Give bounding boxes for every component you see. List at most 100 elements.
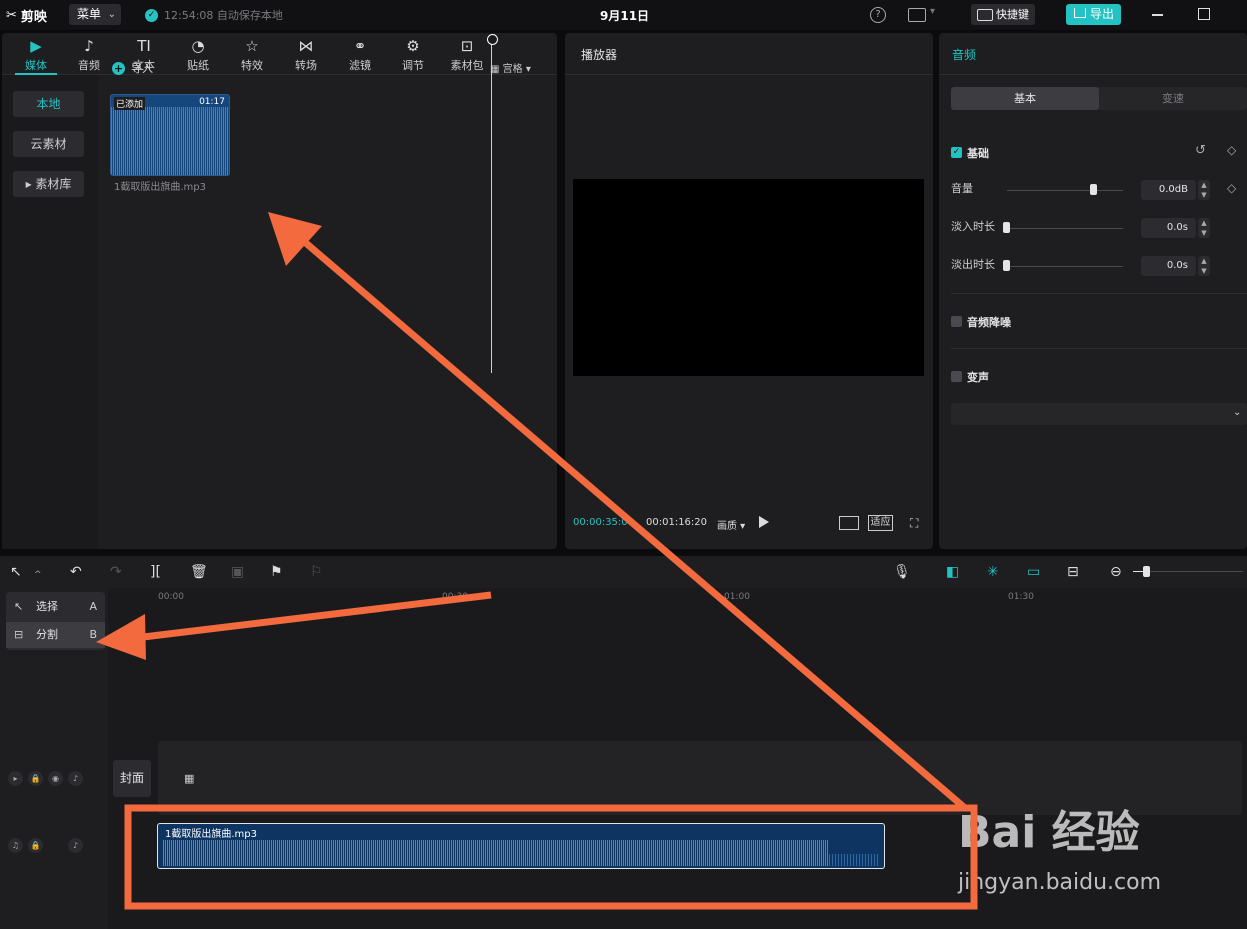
chevron-down-icon[interactable]: ⌄	[1233, 407, 1241, 418]
denoise-checkbox[interactable]	[951, 316, 962, 327]
zoom-slider-handle[interactable]	[1143, 566, 1150, 577]
undo-icon[interactable]: ↶	[70, 564, 82, 580]
preview-screen[interactable]	[573, 179, 924, 376]
volume-input[interactable]: 0.0dB	[1141, 180, 1196, 200]
split-icon: ⊟	[14, 628, 24, 641]
app-logo: ✂ 剪映	[6, 8, 47, 25]
fadeout-slider[interactable]	[1007, 266, 1123, 267]
freeze-icon[interactable]: ▣	[231, 564, 244, 580]
play-icon[interactable]	[759, 516, 769, 528]
filter-icon: ⚭	[353, 37, 367, 55]
baidu-watermark-url: jingyan.baidu.com	[958, 870, 1162, 895]
adjust-icon: ⚙	[406, 37, 420, 55]
sidebar-item-local[interactable]: 本地	[13, 91, 84, 117]
split-icon[interactable]: ][	[150, 564, 161, 580]
media-sidebar: 本地 云素材 ▸ 素材库	[2, 75, 98, 549]
preview-axis-icon[interactable]: ▭	[1027, 564, 1040, 580]
tab-speed[interactable]: 变速	[1099, 87, 1247, 110]
tab-sticker[interactable]: ◔ 贴纸	[173, 33, 223, 73]
tab-transition[interactable]: ⋈ 转场	[281, 33, 331, 73]
import-button[interactable]: + 导入	[112, 59, 170, 77]
effects-icon: ☆	[245, 37, 259, 55]
media-icon: ▶	[30, 37, 42, 55]
marker-icon[interactable]: ⚑	[270, 564, 283, 580]
tick-label: 00:00	[158, 592, 184, 602]
fadein-slider[interactable]	[1007, 228, 1123, 229]
tab-media[interactable]: ▶ 媒体	[11, 33, 61, 73]
reset-icon[interactable]: ↺	[1195, 143, 1206, 158]
transition-icon: ⋈	[298, 37, 314, 55]
film-icon: ▦	[184, 772, 195, 785]
audio-track-icon: ♫	[8, 838, 23, 853]
tab-adjust[interactable]: ⚙ 调节	[388, 33, 438, 73]
eye-icon[interactable]: ◉	[48, 771, 63, 786]
asset-duration: 01:17	[199, 97, 225, 107]
media-panel: ▶ 媒体 ♪ 音频 TI 文本 ◔ 贴纸 ☆ 特效 ⋈ 转场 ⚭ 滤镜 ⚙ 调节 ⊡ 素材包 本地…	[2, 33, 557, 549]
volume-slider-handle[interactable]	[1090, 184, 1097, 195]
menu-button[interactable]: 菜单 ⌄	[69, 4, 121, 25]
volume-stepper[interactable]: ▲ ▼	[1198, 180, 1210, 200]
maximize-icon[interactable]	[1198, 8, 1210, 20]
marker-disabled-icon[interactable]: ⚐	[310, 564, 323, 580]
basic-checkbox[interactable]: ✓	[951, 147, 962, 158]
keyframe-icon[interactable]: ◇	[1227, 181, 1236, 195]
delete-icon[interactable]: 🗑	[190, 564, 208, 580]
playhead-handle[interactable]	[487, 34, 498, 45]
link-icon[interactable]: ✳	[987, 564, 999, 580]
current-time: 00:00:35:0	[573, 517, 628, 528]
chevron-up-icon[interactable]: ^	[34, 567, 42, 583]
lock-icon[interactable]: 🔒	[28, 838, 43, 853]
cursor-icon[interactable]: ↖	[10, 564, 22, 580]
chevron-down-icon: ⌄	[107, 9, 116, 20]
voice-change-checkbox[interactable]	[951, 371, 962, 382]
fadein-stepper[interactable]: ▲ ▼	[1198, 218, 1210, 238]
menu-item-split[interactable]: ⊟ 分割 B	[6, 622, 105, 648]
fadein-slider-handle[interactable]	[1003, 222, 1010, 233]
view-mode-select[interactable]: ▦ 宫格 ▾	[490, 60, 531, 75]
sidebar-item-library[interactable]: ▸ 素材库	[13, 171, 84, 197]
speaker-icon[interactable]: ♪	[68, 838, 83, 853]
layout-icon[interactable]	[908, 8, 926, 22]
waveform-icon[interactable]	[839, 516, 859, 530]
tab-audio[interactable]: ♪ 音频	[64, 33, 114, 73]
volume-slider[interactable]	[1007, 190, 1123, 191]
quality-select[interactable]: 画质 ▾	[717, 517, 745, 532]
align-icon[interactable]: ⊟	[1067, 564, 1079, 580]
media-asset-thumbnail[interactable]: 已添加 01:17	[110, 94, 230, 176]
tab-basic[interactable]: 基本	[951, 87, 1099, 110]
snap-icon[interactable]: ◧	[946, 564, 959, 580]
voice-change-select[interactable]	[951, 403, 1247, 425]
tab-effects[interactable]: ☆ 特效	[227, 33, 277, 73]
tab-package[interactable]: ⊡ 素材包	[442, 33, 492, 73]
microphone-icon[interactable]: 🎙	[893, 564, 911, 580]
tick-label: 01:00	[724, 592, 750, 602]
text-icon: TI	[137, 37, 151, 55]
clip-name: 1截取版出旗曲.mp3	[165, 829, 257, 840]
playhead[interactable]	[491, 38, 492, 373]
waveform	[111, 107, 229, 175]
audio-clip[interactable]: 1截取版出旗曲.mp3	[157, 823, 885, 869]
fit-button[interactable]: 适应	[868, 515, 893, 531]
tab-filter[interactable]: ⚭ 滤镜	[335, 33, 385, 73]
zoom-out-icon[interactable]: ⊖	[1110, 564, 1122, 580]
minimize-icon[interactable]	[1152, 14, 1163, 16]
fadein-input[interactable]: 0.0s	[1141, 218, 1196, 238]
time-ruler[interactable]: 00:00 00:30 01:00 01:30	[108, 588, 1247, 610]
fadeout-slider-handle[interactable]	[1003, 260, 1010, 271]
menu-item-select[interactable]: ↖ 选择 A	[6, 594, 105, 620]
fullscreen-icon[interactable]: ⛶	[910, 516, 918, 531]
cover-button[interactable]: 封面	[113, 760, 151, 797]
lock-icon[interactable]: 🔒	[28, 771, 43, 786]
keyboard-icon	[977, 9, 993, 21]
asset-filename: 1截取版出旗曲.mp3	[114, 182, 206, 193]
fadeout-input[interactable]: 0.0s	[1141, 256, 1196, 276]
speaker-icon[interactable]: ♪	[68, 771, 83, 786]
keyframe-icon[interactable]: ◇	[1227, 143, 1236, 157]
chevron-down-icon[interactable]: ▾	[930, 6, 935, 17]
sidebar-item-cloud[interactable]: 云素材	[13, 131, 84, 157]
check-circle-icon: ✓	[145, 8, 158, 22]
fadeout-stepper[interactable]: ▲ ▼	[1198, 256, 1210, 276]
redo-icon[interactable]: ↷	[110, 564, 122, 580]
help-icon[interactable]: ?	[870, 7, 886, 23]
